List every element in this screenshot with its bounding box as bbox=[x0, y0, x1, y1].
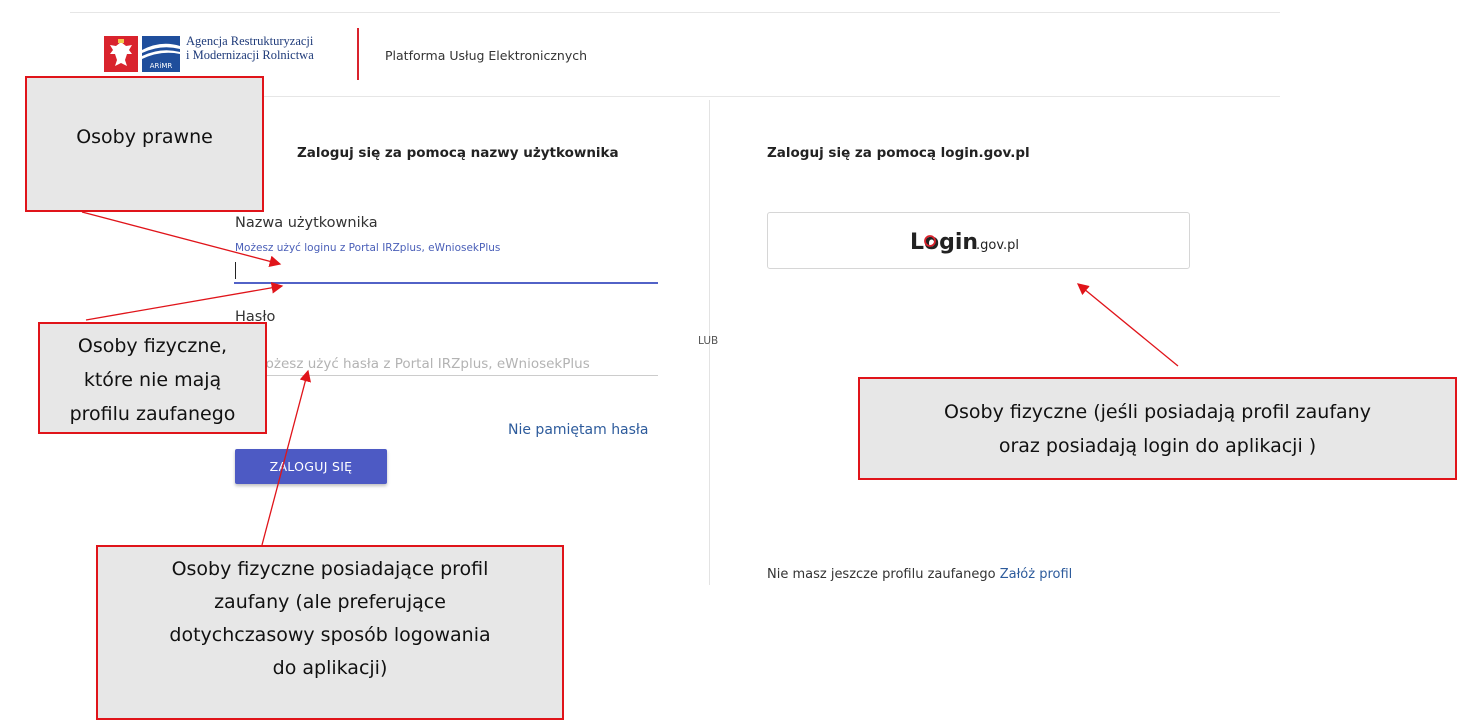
annotation-natural-with-profile-gov: Osoby fizyczne (jeśli posiadają profil z… bbox=[858, 377, 1457, 480]
annotation-line: dotychczasowy sposób logowania bbox=[169, 624, 491, 646]
arrow-legal-to-username bbox=[81, 211, 282, 268]
annotation-line: profilu zaufanego bbox=[69, 403, 236, 425]
annotation-natural-with-profile-classic: Osoby fizyczne posiadające profil zaufan… bbox=[96, 545, 564, 720]
annotation-line: Osoby fizyczne posiadające profil bbox=[171, 558, 489, 580]
annotation-natural-no-profile: Osoby fizyczne, które nie mają profilu z… bbox=[38, 322, 267, 434]
annotation-line: zaufany (ale preferujące bbox=[214, 591, 446, 613]
annotation-line: oraz posiadają login do aplikacji ) bbox=[998, 435, 1317, 457]
annotation-line: Osoby fizyczne (jeśli posiadają profil z… bbox=[944, 401, 1371, 423]
annotation-legal-persons-text: Osoby prawne bbox=[76, 126, 213, 148]
annotation-legal-persons: Osoby prawne bbox=[25, 76, 264, 212]
arrow-profile-to-password bbox=[261, 369, 311, 546]
arrow-to-login-gov bbox=[1076, 283, 1179, 367]
arrow-natural-to-username bbox=[85, 282, 284, 321]
annotation-line: które nie mają bbox=[83, 369, 222, 391]
annotation-line: Osoby fizyczne, bbox=[77, 335, 228, 357]
annotation-line: do aplikacji) bbox=[272, 657, 388, 679]
